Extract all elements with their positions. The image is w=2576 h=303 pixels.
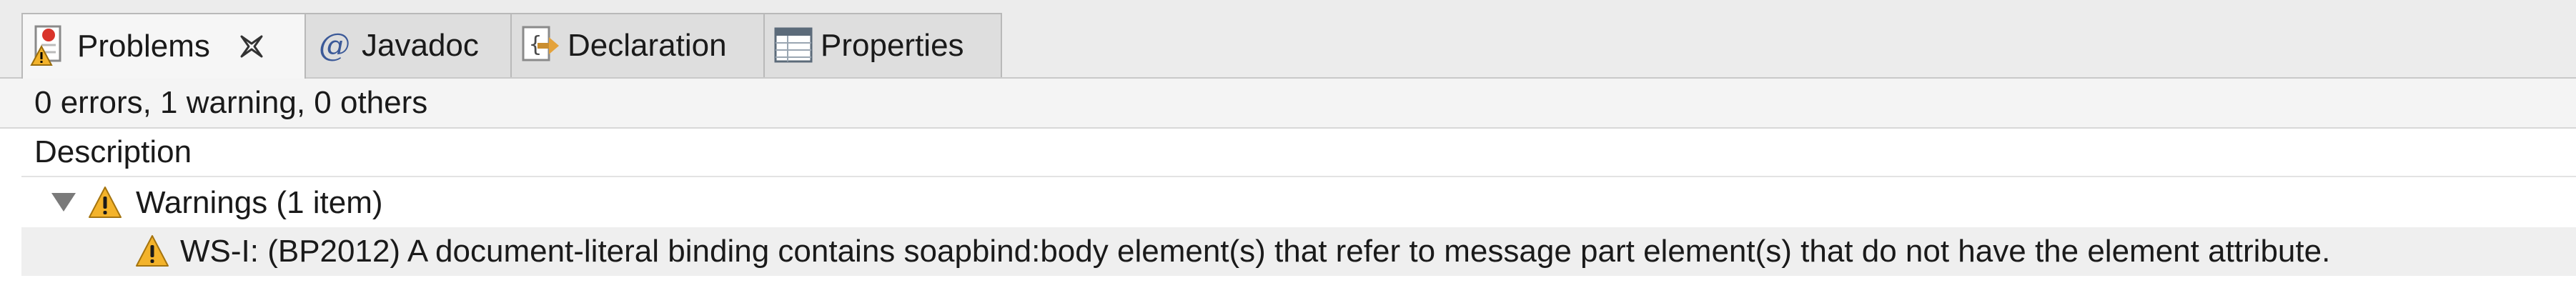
declaration-icon: { xyxy=(520,24,560,67)
svg-text:@: @ xyxy=(319,27,350,64)
tab-label: Properties xyxy=(821,28,964,63)
tab-label: Problems xyxy=(77,29,210,64)
tree-group-label: Warnings (1 item) xyxy=(136,185,383,220)
tab-properties[interactable]: Properties xyxy=(763,13,1002,77)
tab-label: Javadoc xyxy=(362,28,479,63)
tab-strip: Problems @ Javadoc {Declaration Propert… xyxy=(21,13,1002,79)
warning-icon xyxy=(134,234,170,277)
warning-icon xyxy=(87,185,123,229)
at-sign-icon: @ xyxy=(314,24,355,67)
tab-problems[interactable]: Problems xyxy=(21,13,306,79)
tab-declaration[interactable]: { Declaration xyxy=(510,13,765,77)
column-header-description[interactable]: Description xyxy=(21,129,2576,177)
close-icon[interactable] xyxy=(237,32,266,61)
problem-row[interactable]: WS-I: (BP2012) A document-literal bindin… xyxy=(21,227,2576,276)
view-tab-bar: Problems @ Javadoc {Declaration Propert… xyxy=(0,0,2576,79)
expand-triangle-icon[interactable] xyxy=(51,193,76,212)
problems-icon xyxy=(30,25,70,68)
tree-group-warnings[interactable]: Warnings (1 item) xyxy=(21,179,2576,227)
problem-description: WS-I: (BP2012) A document-literal bindin… xyxy=(180,234,2331,269)
properties-table-icon xyxy=(773,24,813,67)
tab-label: Declaration xyxy=(568,28,727,63)
problems-summary: 0 errors, 1 warning, 0 others xyxy=(0,79,2576,129)
tab-javadoc[interactable]: @ Javadoc xyxy=(304,13,512,77)
